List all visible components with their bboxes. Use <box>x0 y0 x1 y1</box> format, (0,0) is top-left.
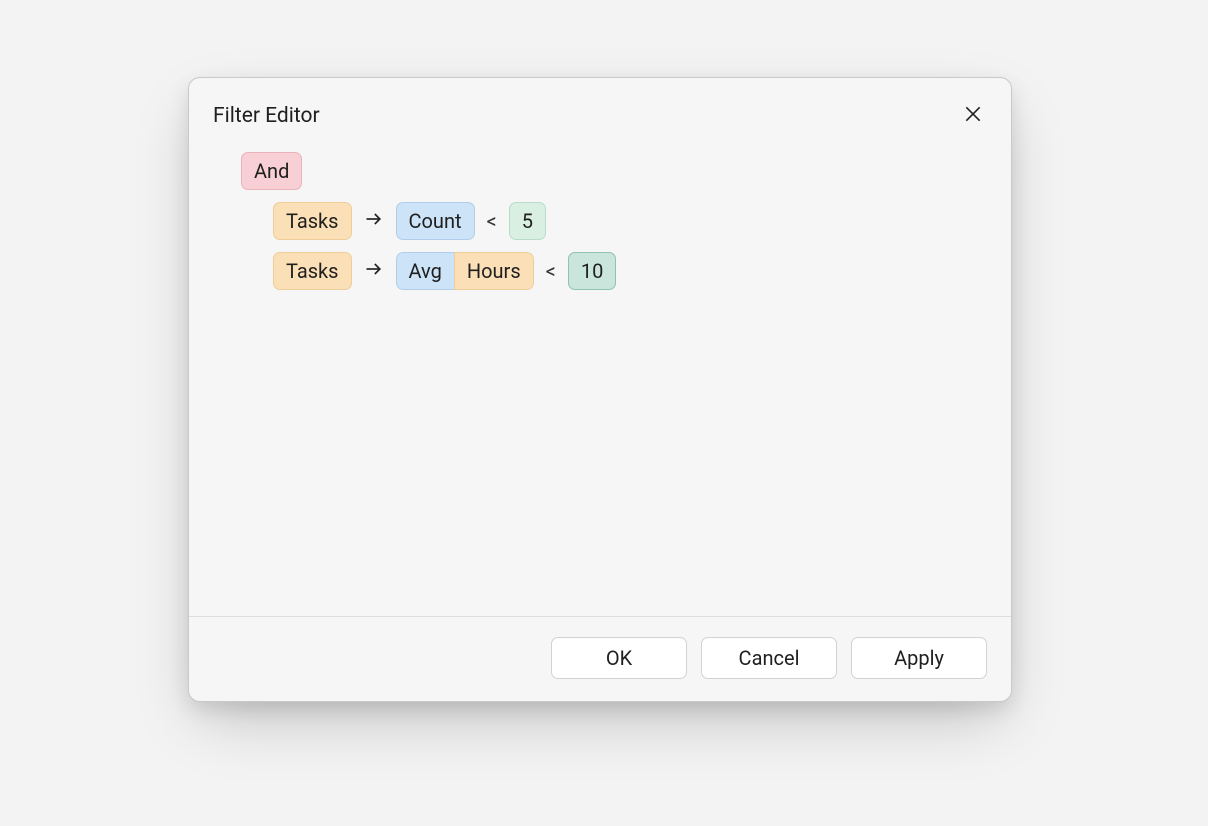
property-pill[interactable]: Tasks <box>273 252 352 290</box>
condition-row: Tasks AvgHours <10 <box>215 252 985 290</box>
aggregate-field-group: AvgHours <box>396 252 534 290</box>
close-icon <box>963 104 983 129</box>
value-pill[interactable]: 5 <box>509 202 546 240</box>
ok-button[interactable]: OK <box>551 637 687 679</box>
condition-row: Tasks Count <5 <box>215 202 985 240</box>
close-button[interactable] <box>959 102 987 130</box>
dialog-title: Filter Editor <box>213 104 320 128</box>
apply-button[interactable]: Apply <box>851 637 987 679</box>
property-pill[interactable]: Tasks <box>273 202 352 240</box>
comparison-operator[interactable]: < <box>485 209 499 233</box>
group-row: And <box>215 152 985 190</box>
aggregate-pill[interactable]: Count <box>396 202 475 240</box>
filter-editor-dialog: Filter Editor And Tasks Count <5 Tasks AvgHo… <box>188 77 1012 702</box>
dialog-footer: OK Cancel Apply <box>189 616 1011 701</box>
cancel-button[interactable]: Cancel <box>701 637 837 679</box>
aggregate-pill[interactable]: Avg <box>396 252 454 290</box>
arrow-right-icon <box>362 259 386 284</box>
dialog-header: Filter Editor <box>189 78 1011 136</box>
value-pill[interactable]: 10 <box>568 252 616 290</box>
field-pill[interactable]: Hours <box>454 252 534 290</box>
comparison-operator[interactable]: < <box>544 259 558 283</box>
arrow-right-icon <box>362 209 386 234</box>
filter-tree: And Tasks Count <5 Tasks AvgHours <10 <box>189 136 1011 616</box>
group-operator-pill[interactable]: And <box>241 152 302 190</box>
